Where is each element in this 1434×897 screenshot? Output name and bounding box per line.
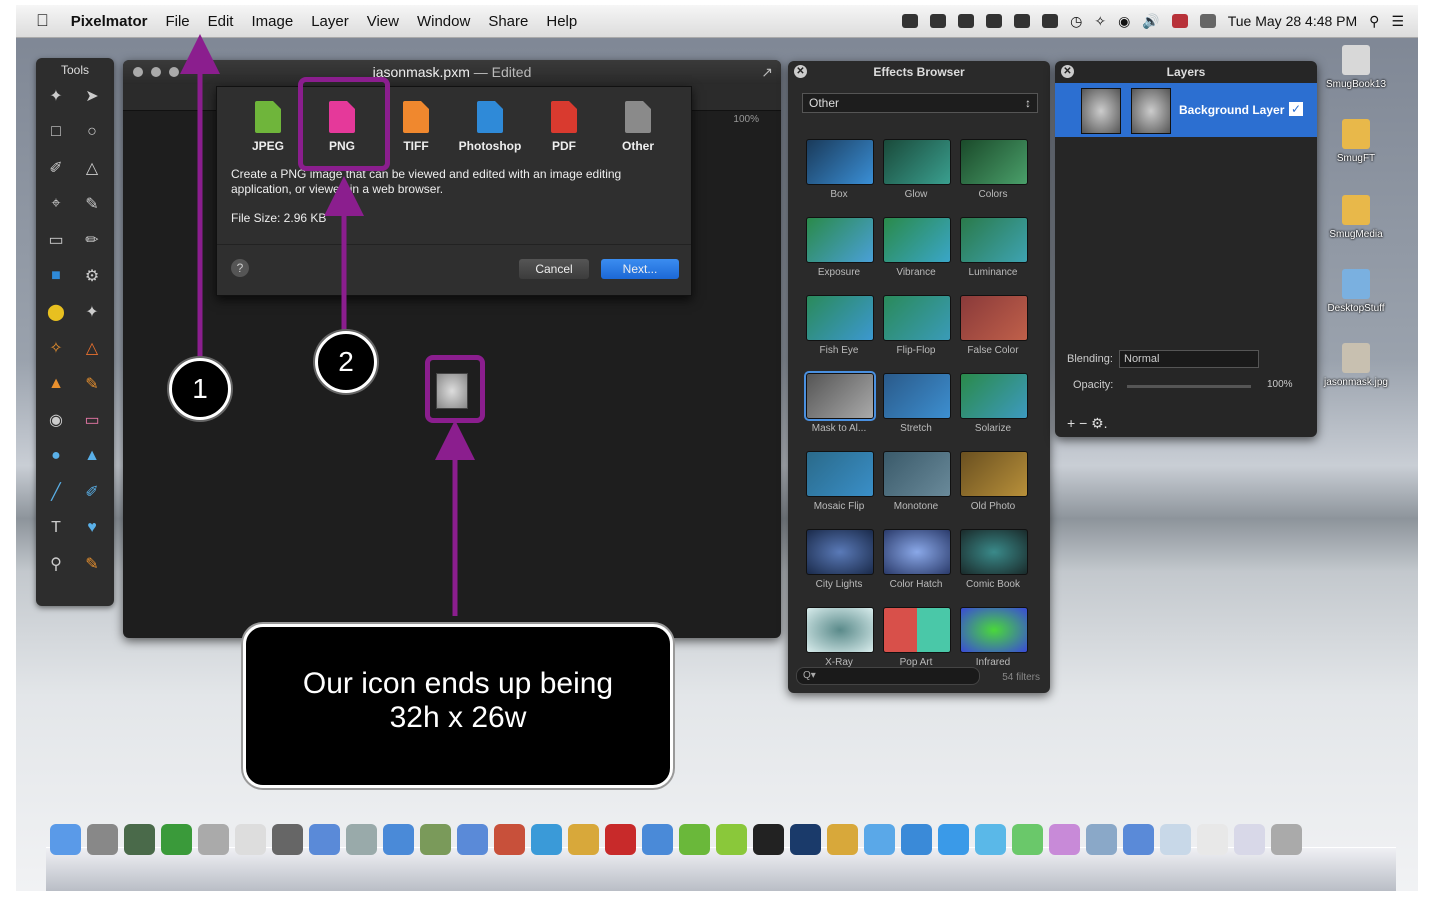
step-badge-2: 2 — [315, 331, 377, 393]
thumbnail-highlight — [425, 355, 485, 423]
png-highlight — [298, 77, 390, 171]
annotation-callout: Our icon ends up being 32h x 26w — [243, 624, 673, 788]
annotation-arrows — [180, 34, 475, 616]
callout-line-1: Our icon ends up being — [302, 667, 614, 700]
callout-line-2: 32h x 26w — [389, 701, 527, 734]
step-badge-1: 1 — [169, 358, 231, 420]
